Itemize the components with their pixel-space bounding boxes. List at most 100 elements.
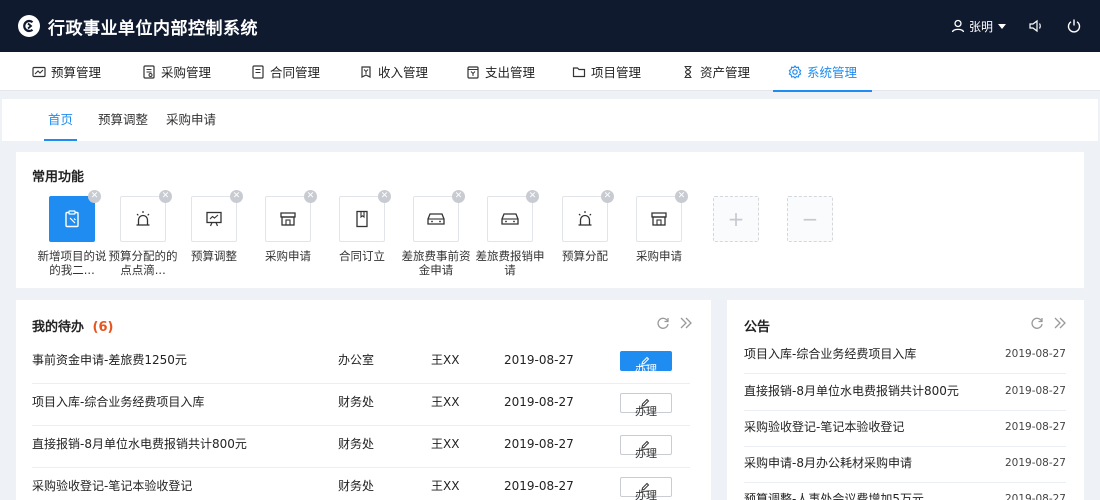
todo-count: (6) — [92, 320, 114, 335]
more-icon[interactable] — [679, 316, 693, 330]
list-item[interactable]: 采购验收登记-笔记本验收登记 2019-08-27 — [744, 410, 1066, 447]
user-name: 张明 — [968, 19, 993, 34]
car-icon — [427, 213, 445, 225]
quick-remove[interactable]: − — [773, 196, 847, 242]
todo-row-title[interactable]: 事前资金申请-差旅费1250元 — [32, 342, 187, 378]
logout-button[interactable] — [1066, 18, 1082, 34]
remove-icon[interactable]: ✕ — [452, 190, 465, 203]
todo-row-title[interactable]: 直接报销-8月单位水电费报销共计800元 — [32, 426, 247, 462]
nav-budget[interactable]: 预算管理 — [32, 52, 101, 91]
hourglass-icon — [684, 65, 692, 78]
quick-add[interactable]: + — [699, 196, 773, 242]
quick-functions-title: 常用功能 — [32, 170, 85, 185]
table-row[interactable]: 采购验收登记-笔记本验收登记 财务处 王XX 2019-08-27 办理 — [32, 468, 690, 500]
list-item[interactable]: 采购申请-8月办公耗材采购申请 2019-08-27 — [744, 446, 1066, 483]
todo-row-title[interactable]: 项目入库-综合业务经费项目入库 — [32, 384, 204, 420]
notice-date: 2019-08-27 — [1004, 457, 1066, 469]
notice-title-text[interactable]: 项目入库-综合业务经费项目入库 — [744, 337, 916, 371]
handle-button[interactable]: 办理 — [620, 477, 672, 500]
remove-icon[interactable]: ✕ — [526, 190, 539, 203]
nav-asset[interactable]: 资产管理 — [681, 52, 750, 91]
quick-item-button[interactable]: ✕ — [487, 190, 539, 242]
handle-button[interactable]: 办理 — [620, 435, 672, 460]
notice-title-text[interactable]: 采购申请-8月办公耗材采购申请 — [744, 446, 912, 480]
remove-icon[interactable]: ✕ — [230, 190, 243, 203]
handle-button[interactable]: 办理 — [620, 351, 672, 376]
nav-label: 预算管理 — [51, 65, 102, 80]
user-menu[interactable]: 张明 — [951, 18, 1006, 35]
list-item[interactable]: 项目入库-综合业务经费项目入库 2019-08-27 — [744, 337, 1066, 374]
sound-button[interactable] — [1028, 18, 1044, 34]
quick-item-button[interactable]: ✕ — [413, 190, 465, 242]
speaker-icon — [1029, 19, 1041, 33]
quick-item[interactable]: ✕ 差旅费报销申请 — [473, 190, 547, 277]
nav-label: 资产管理 — [700, 65, 751, 80]
refresh-icon[interactable] — [1030, 316, 1044, 330]
quick-item-button[interactable]: ✕ — [265, 190, 317, 242]
nav-label: 合同管理 — [270, 65, 321, 80]
remove-icon[interactable]: ✕ — [88, 190, 101, 203]
todo-row-title[interactable]: 采购验收登记-笔记本验收登记 — [32, 468, 192, 500]
todo-row-person: 王XX — [431, 437, 460, 451]
quick-item-button[interactable]: ✕ — [562, 190, 614, 242]
quick-item-button[interactable]: ✕ — [49, 190, 101, 242]
expense-icon — [467, 65, 479, 79]
nav-contract[interactable]: 合同管理 — [251, 52, 320, 91]
tab-budget-adjust[interactable]: 预算调整 — [98, 99, 148, 141]
quick-item[interactable]: ✕ 新增项目的说的我二... — [35, 190, 109, 277]
handle-button[interactable]: 办理 — [620, 393, 672, 418]
quick-item[interactable]: ✕ 合同订立 — [325, 190, 399, 263]
remove-icon[interactable]: ✕ — [601, 190, 614, 203]
quick-item[interactable]: ✕ 预算调整 — [177, 190, 251, 263]
remove-icon[interactable]: ✕ — [378, 190, 391, 203]
remove-icon[interactable]: ✕ — [304, 190, 317, 203]
list-item[interactable]: 预算调整-人事处会议费增加5万元 2019-08-27 — [744, 482, 1066, 500]
alarm-icon — [136, 211, 150, 226]
quick-item-button[interactable]: ✕ — [120, 190, 172, 242]
todo-row-person: 王XX — [431, 395, 460, 409]
power-icon — [1067, 19, 1081, 33]
quick-item[interactable]: ✕ 预算分配 — [548, 190, 622, 263]
table-row[interactable]: 直接报销-8月单位水电费报销共计800元 财务处 王XX 2019-08-27 … — [32, 426, 690, 468]
notice-title-text[interactable]: 直接报销-8月单位水电费报销共计800元 — [744, 374, 959, 408]
add-shortcut-button[interactable]: + — [713, 196, 759, 242]
todo-row-dept: 财务处 — [338, 395, 375, 409]
more-icon[interactable] — [1053, 316, 1067, 330]
handle-button-label: 办理 — [635, 405, 657, 418]
nav-expense[interactable]: 支出管理 — [466, 52, 535, 91]
table-row[interactable]: 事前资金申请-差旅费1250元 办公室 王XX 2019-08-27 办理 — [32, 342, 690, 384]
quick-item-button[interactable]: ✕ — [339, 190, 391, 242]
purchase-icon — [143, 64, 155, 79]
quick-item[interactable]: ✕ 采购申请 — [251, 190, 325, 263]
quick-item-label: 差旅费事前资金申请 — [401, 249, 471, 277]
list-item[interactable]: 直接报销-8月单位水电费报销共计800元 2019-08-27 — [744, 374, 1066, 411]
folder-icon — [572, 66, 586, 77]
page-tabs: 首页 预算调整 采购申请 — [2, 99, 1098, 141]
table-row[interactable]: 项目入库-综合业务经费项目入库 财务处 王XX 2019-08-27 办理 — [32, 384, 690, 426]
handle-button-label: 办理 — [635, 447, 657, 460]
quick-item[interactable]: ✕ 差旅费事前资金申请 — [399, 190, 473, 277]
remove-shortcut-button[interactable]: − — [787, 196, 833, 242]
notice-title-text[interactable]: 预算调整-人事处会议费增加5万元 — [744, 482, 924, 500]
tab-purchase-request[interactable]: 采购申请 — [166, 99, 216, 141]
remove-icon[interactable]: ✕ — [675, 190, 688, 203]
bookmark-icon — [356, 210, 368, 228]
todo-row-person: 王XX — [431, 479, 460, 493]
refresh-icon[interactable] — [656, 316, 670, 330]
notice-title-text[interactable]: 采购验收登记-笔记本验收登记 — [744, 410, 904, 444]
remove-icon[interactable]: ✕ — [159, 190, 172, 203]
nav-system[interactable]: 系统管理 — [772, 52, 873, 92]
quick-item[interactable]: ✕ 预算分配的的点点滴... — [106, 190, 180, 277]
quick-item-label: 预算分配 — [562, 249, 608, 263]
quick-item-label: 新增项目的说的我二... — [37, 249, 107, 277]
store-icon — [651, 212, 667, 226]
logo[interactable] — [18, 15, 40, 37]
notice-date: 2019-08-27 — [1004, 421, 1066, 433]
quick-item[interactable]: ✕ 采购申请 — [622, 190, 696, 263]
quick-item-button[interactable]: ✕ — [191, 190, 243, 242]
nav-project[interactable]: 项目管理 — [572, 52, 641, 91]
nav-income[interactable]: 收入管理 — [359, 52, 428, 91]
nav-purchase[interactable]: 采购管理 — [142, 52, 211, 91]
quick-item-button[interactable]: ✕ — [636, 190, 688, 242]
tab-home[interactable]: 首页 — [43, 99, 78, 141]
